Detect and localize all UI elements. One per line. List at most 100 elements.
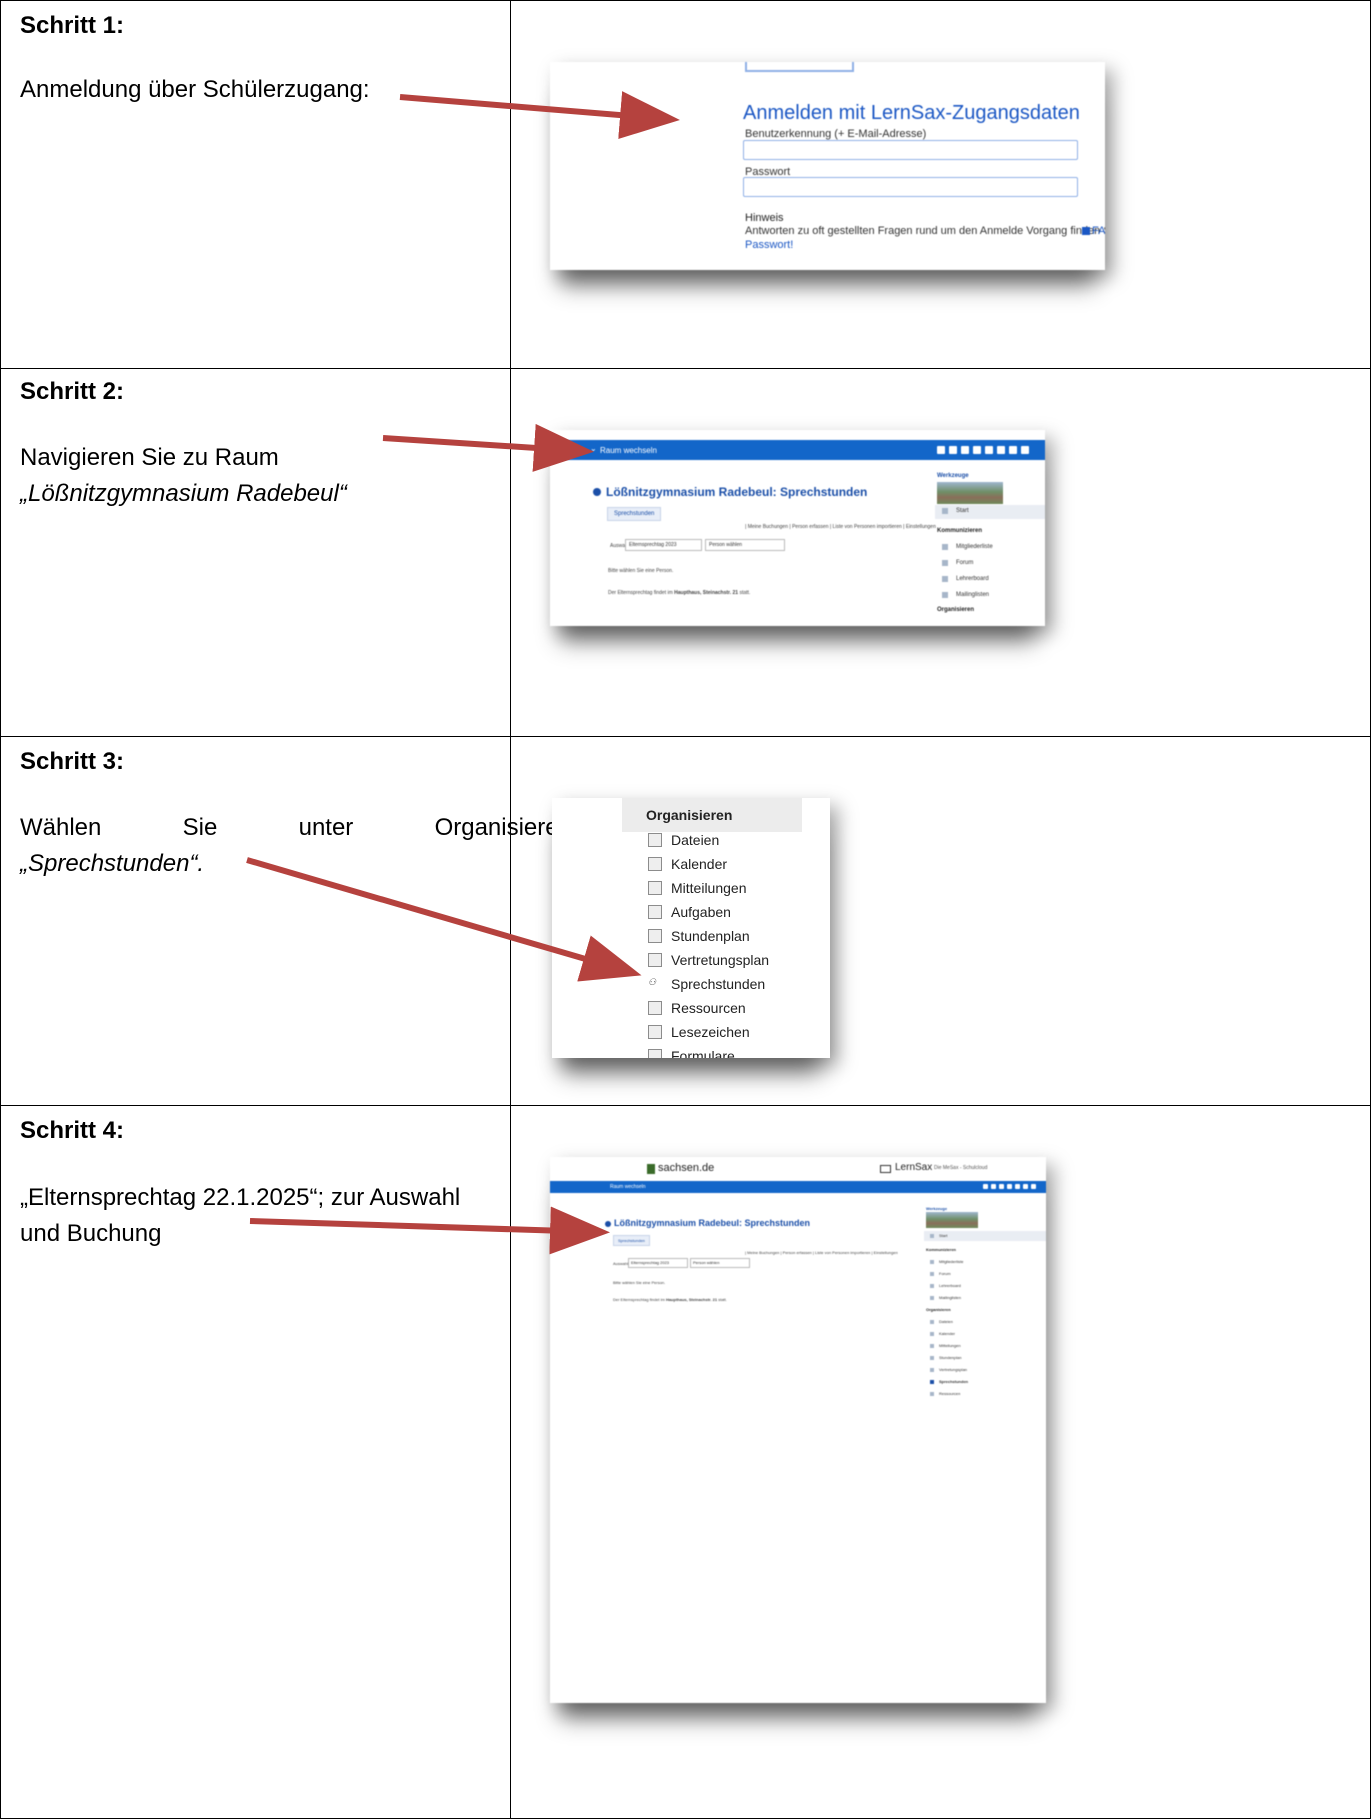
- sidebar-item-forum[interactable]: Forum: [942, 560, 973, 566]
- login-heading: Anmelden mit LernSax-Zugangsdaten: [743, 102, 1080, 124]
- screenshot-menu: Organisieren Dateien Kalender Mitteilung…: [552, 798, 830, 1058]
- location-pre: Der Elternsprechtag findet im: [613, 1297, 665, 1302]
- location-text: Der Elternsprechtag findet im Haupthaus,…: [613, 1297, 727, 1302]
- organisieren-head: Organisieren: [926, 1307, 951, 1312]
- menu-item-lesezeichen[interactable]: Lesezeichen: [648, 1024, 750, 1040]
- menu-item-vertretungsplan[interactable]: Vertretungsplan: [648, 952, 769, 968]
- menu-item-dateien[interactable]: Dateien: [648, 832, 719, 848]
- menu-item-stundenplan[interactable]: Stundenplan: [648, 928, 750, 944]
- sidebar-item-start[interactable]: Start: [942, 508, 969, 514]
- person-select[interactable]: Person wählen: [705, 539, 785, 551]
- tools-title: Werkzeuge: [926, 1206, 948, 1211]
- sidebar-item-members[interactable]: Mitgliederliste: [942, 544, 993, 550]
- location-post: statt.: [718, 1297, 727, 1302]
- step-4-title: Schritt 4:: [20, 1117, 125, 1144]
- sidebar-item-lehrerboard[interactable]: Lehrerboard: [930, 1283, 961, 1288]
- room-thumbnail: [937, 482, 1003, 504]
- sidebar-item-members[interactable]: Mitgliederliste: [930, 1259, 963, 1264]
- laptop-icon: [880, 1165, 891, 1173]
- password-input[interactable]: [743, 177, 1078, 197]
- event-select[interactable]: Elternsprechtag 2023: [628, 1258, 688, 1268]
- step-3-text-line2: „Sprechstunden“.: [20, 850, 205, 877]
- substitution-icon: [648, 953, 662, 967]
- step-2-text-line1: Navigieren Sie zu Raum: [20, 444, 279, 471]
- page-title: Lößnitzgymnasium Radebeul: Sprechstunden: [606, 485, 868, 499]
- event-select[interactable]: Elternsprechtag 2023: [625, 539, 702, 551]
- resources-icon: [648, 1001, 662, 1015]
- sidebar-item-mailinglists[interactable]: Mailinglisten: [930, 1295, 961, 1300]
- forgot-password-link[interactable]: Passwort!: [745, 239, 793, 251]
- toolbar-icons: [983, 1184, 1036, 1189]
- choose-person-text: Bitte wählen Sie eine Person.: [613, 1280, 666, 1285]
- sidebar-item-stundenplan[interactable]: Stundenplan: [930, 1355, 961, 1360]
- sidebar-item-dateien[interactable]: Dateien: [930, 1319, 953, 1324]
- sidebar-item-sprechstunden[interactable]: Sprechstunden: [930, 1379, 968, 1384]
- step-1-title: Schritt 1:: [20, 12, 125, 39]
- sachsen-site[interactable]: sachsen.de: [658, 1162, 714, 1174]
- page-title: Lößnitzgymnasium Radebeul: Sprechstunden: [614, 1218, 811, 1228]
- step-3-word: unter: [298, 814, 354, 841]
- room-icon: [605, 1221, 611, 1227]
- sidebar-item-lehrerboard[interactable]: Lehrerboard: [942, 576, 989, 582]
- location-bold: Haupthaus, Steinachstr. 21: [665, 1297, 718, 1302]
- people-icon: ⚇: [648, 977, 657, 987]
- room-thumbnail: [926, 1212, 978, 1228]
- step-3-word: Sie: [182, 814, 218, 841]
- menu-item-sprechstunden[interactable]: ⚇ Sprechstunden: [648, 976, 765, 992]
- location-text: Der Elternsprechtag findet im Haupthaus,…: [608, 590, 750, 596]
- sidebar-item-forum[interactable]: Forum: [930, 1271, 951, 1276]
- menu-item-ressourcen[interactable]: Ressourcen: [648, 1000, 746, 1016]
- person-select[interactable]: Person wählen: [690, 1258, 750, 1268]
- kommunizieren-head: Kommunizieren: [937, 528, 983, 534]
- sidebar-item-kalender[interactable]: Kalender: [930, 1331, 955, 1336]
- form-icon: [648, 1049, 662, 1058]
- kommunizieren-head: Kommunizieren: [926, 1247, 957, 1252]
- chevron-down-icon: ⌄: [590, 444, 597, 453]
- hint-text: Antworten zu oft gestellten Fragen rund …: [745, 225, 1105, 237]
- menu-item-mitteilungen[interactable]: Mitteilungen: [648, 880, 747, 896]
- screenshot-fullpage: sachsen.de LernSax Die MeSax - Schulclou…: [550, 1157, 1046, 1703]
- action-links[interactable]: | Meine Buchungen | Person erfassen | Li…: [745, 524, 936, 530]
- action-links[interactable]: | Meine Buchungen | Person erfassen | Li…: [745, 1250, 898, 1255]
- username-input[interactable]: [743, 140, 1078, 160]
- sidebar-item-vertretungsplan[interactable]: Vertretungsplan: [930, 1367, 967, 1372]
- lernsax-brand: LernSax: [895, 1162, 933, 1173]
- menu-item-formulare[interactable]: Formulare: [648, 1048, 735, 1058]
- calendar-icon: [648, 857, 662, 871]
- location-bold: Haupthaus, Steinachstr. 21: [674, 590, 739, 596]
- location-pre: Der Elternsprechtag findet im: [608, 590, 673, 596]
- sidebar-item-mitteilungen[interactable]: Mitteilungen: [930, 1343, 961, 1348]
- toolbar-icons: [937, 446, 1029, 454]
- screenshot-login: Anmelden mit LernSax-Zugangsdaten Benutz…: [550, 62, 1105, 270]
- step-3-word: Wählen: [20, 814, 102, 841]
- sachsen-logo-icon: [647, 1164, 655, 1174]
- sidebar-item-ressourcen[interactable]: Ressourcen: [930, 1391, 960, 1396]
- sidebar-item-mailinglists[interactable]: Mailinglisten: [942, 592, 989, 598]
- menu-item-aufgaben[interactable]: Aufgaben: [648, 904, 731, 920]
- username-label: Benutzerkennung (+ E-Mail-Adresse): [745, 128, 927, 140]
- checkbox-icon: [648, 905, 662, 919]
- screenshot-room: ⌄ Raum wechseln Lößnitzgymnasium Radebeu…: [550, 430, 1045, 626]
- tools-title: Werkzeuge: [937, 473, 969, 479]
- tab-sprechstunden[interactable]: Sprechstunden: [607, 507, 662, 521]
- auswahl-label: Auswahl: [613, 1261, 629, 1266]
- prev-field-edge: [745, 62, 854, 72]
- step-3-text-line1: Wählen Sie unter Organisieren: [20, 810, 572, 846]
- faq-link[interactable]: FA: [1092, 225, 1105, 237]
- faq-icon: [1082, 227, 1090, 235]
- room-switch[interactable]: Raum wechseln: [600, 446, 657, 455]
- hint-label: Hinweis: [745, 212, 784, 224]
- bookmark-icon: [648, 1025, 662, 1039]
- step-2-text-line2: „Lößnitzgymnasium Radebeul“: [20, 480, 347, 507]
- room-switch[interactable]: Raum wechseln: [610, 1184, 646, 1190]
- lernsax-subtitle: Die MeSax - Schulcloud: [934, 1165, 988, 1171]
- step-3-title: Schritt 3:: [20, 748, 125, 775]
- top-bar: Raum wechseln: [550, 1181, 1046, 1193]
- sidebar-item-start[interactable]: Start: [930, 1233, 947, 1238]
- menu-item-kalender[interactable]: Kalender: [648, 856, 727, 872]
- organisieren-head: Organisieren: [937, 607, 975, 613]
- step-1-text: Anmeldung über Schülerzugang:: [20, 76, 370, 103]
- choose-person-text: Bitte wählen Sie eine Person.: [608, 568, 674, 574]
- folder-icon: [648, 833, 662, 847]
- tab-sprechstunden[interactable]: Sprechstunden: [613, 1235, 650, 1246]
